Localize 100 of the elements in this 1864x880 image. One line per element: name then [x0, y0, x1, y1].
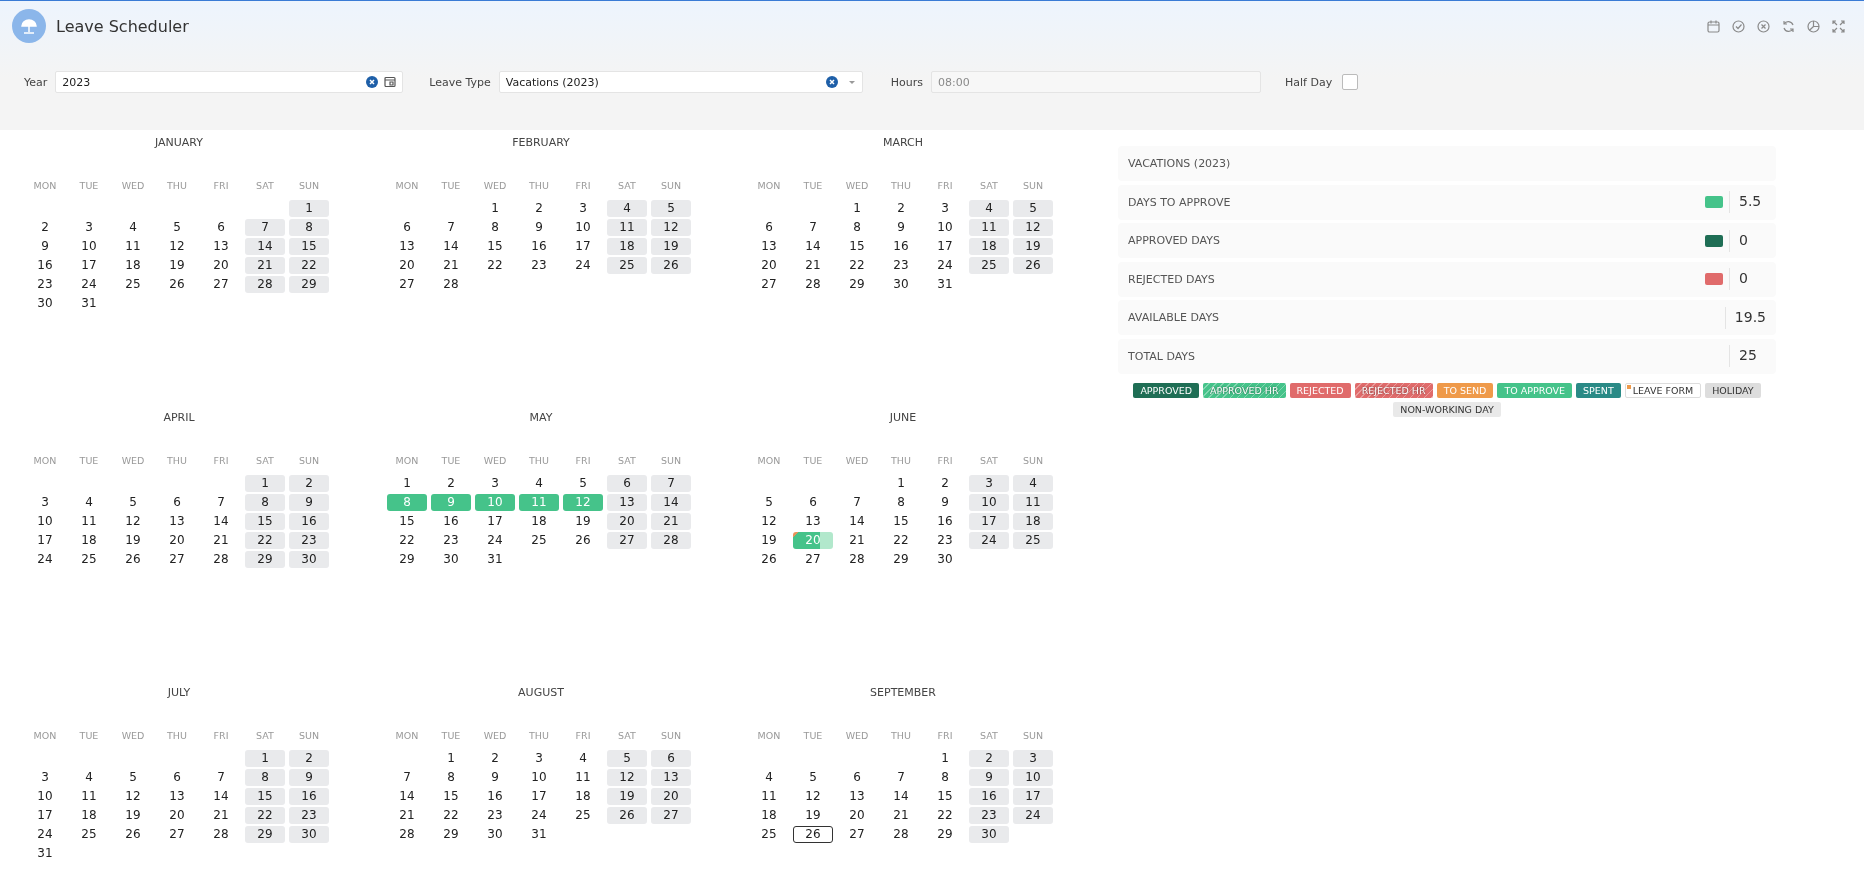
calendar-day[interactable]: 20: [201, 257, 241, 274]
calendar-day[interactable]: 9: [289, 769, 329, 786]
calendar-day[interactable]: 11: [1013, 494, 1053, 511]
calendar-day[interactable]: 16: [519, 238, 559, 255]
calendar-day[interactable]: 15: [245, 513, 285, 530]
calendar-day[interactable]: 21: [837, 532, 877, 549]
calendar-day[interactable]: 11: [969, 219, 1009, 236]
calendar-day[interactable]: 16: [925, 513, 965, 530]
calendar-day[interactable]: 5: [563, 475, 603, 492]
calendar-day[interactable]: 13: [607, 494, 647, 511]
calendar-day[interactable]: 6: [607, 475, 647, 492]
calendar-day[interactable]: 23: [289, 807, 329, 824]
calendar-day[interactable]: 4: [69, 769, 109, 786]
calendar-day[interactable]: 15: [925, 788, 965, 805]
calendar-day[interactable]: 16: [431, 513, 471, 530]
calendar-day[interactable]: 3: [1013, 750, 1053, 767]
calendar-day[interactable]: 3: [475, 475, 515, 492]
calendar-day[interactable]: 23: [431, 532, 471, 549]
calendar-day[interactable]: 21: [651, 513, 691, 530]
calendar-day[interactable]: 6: [651, 750, 691, 767]
calendar-day[interactable]: 17: [969, 513, 1009, 530]
calendar-day[interactable]: 14: [431, 238, 471, 255]
calendar-day[interactable]: 20: [607, 513, 647, 530]
calendar-day[interactable]: 10: [25, 788, 65, 805]
calendar-day[interactable]: 18: [607, 238, 647, 255]
calendar-day[interactable]: 1: [475, 200, 515, 217]
calendar-day[interactable]: 1: [431, 750, 471, 767]
calendar-day[interactable]: 3: [519, 750, 559, 767]
calendar-day[interactable]: 18: [749, 807, 789, 824]
calendar-day[interactable]: 7: [651, 475, 691, 492]
calendar-day[interactable]: 7: [201, 769, 241, 786]
calendar-day[interactable]: 17: [563, 238, 603, 255]
half-day-checkbox[interactable]: [1342, 74, 1359, 90]
calendar-day[interactable]: 1: [387, 475, 427, 492]
calendar-day[interactable]: 27: [157, 826, 197, 843]
calendar-day[interactable]: 27: [387, 276, 427, 293]
calendar-day[interactable]: 19: [563, 513, 603, 530]
calendar-day[interactable]: 7: [881, 769, 921, 786]
calendar-day[interactable]: 15: [289, 238, 329, 255]
calendar-day[interactable]: 18: [113, 257, 153, 274]
calendar-day[interactable]: 18: [69, 532, 109, 549]
calendar-day[interactable]: 5: [793, 769, 833, 786]
calendar-day[interactable]: 24: [925, 257, 965, 274]
calendar-day[interactable]: 7: [201, 494, 241, 511]
calendar-day[interactable]: 12: [793, 788, 833, 805]
calendar-day[interactable]: 14: [651, 494, 691, 511]
calendar-day[interactable]: 2: [475, 750, 515, 767]
calendar-day[interactable]: 31: [519, 826, 559, 843]
expand-icon[interactable]: [1831, 18, 1846, 34]
calendar-day[interactable]: 1: [289, 200, 329, 217]
calendar-day[interactable]: 3: [69, 219, 109, 236]
calendar-day[interactable]: 16: [881, 238, 921, 255]
calendar-day[interactable]: 1: [837, 200, 877, 217]
calendar-day[interactable]: 6: [749, 219, 789, 236]
calendar-day[interactable]: 19: [113, 532, 153, 549]
calendar-day[interactable]: 28: [837, 551, 877, 568]
calendar-day[interactable]: 27: [201, 276, 241, 293]
calendar-day[interactable]: 27: [651, 807, 691, 824]
calendar-day[interactable]: 12: [157, 238, 197, 255]
calendar-day[interactable]: 25: [607, 257, 647, 274]
calendar-day[interactable]: 27: [607, 532, 647, 549]
pie-chart-icon[interactable]: [1806, 18, 1821, 34]
calendar-day[interactable]: 25: [749, 826, 789, 843]
calendar-day[interactable]: 17: [25, 807, 65, 824]
calendar-day[interactable]: 5: [113, 769, 153, 786]
calendar-day[interactable]: 23: [25, 276, 65, 293]
calendar-day[interactable]: 30: [475, 826, 515, 843]
calendar-day[interactable]: 12: [607, 769, 647, 786]
calendar-day[interactable]: 31: [475, 551, 515, 568]
calendar-day[interactable]: 7: [837, 494, 877, 511]
calendar-day[interactable]: 30: [881, 276, 921, 293]
calendar-day[interactable]: 26: [113, 826, 153, 843]
calendar-day[interactable]: 25: [563, 807, 603, 824]
calendar-day[interactable]: 26: [113, 551, 153, 568]
calendar-day[interactable]: 25: [1013, 532, 1053, 549]
calendar-day[interactable]: 24: [69, 276, 109, 293]
calendar-day[interactable]: 1: [925, 750, 965, 767]
calendar-day[interactable]: 27: [157, 551, 197, 568]
calendar-day[interactable]: 14: [837, 513, 877, 530]
calendar-day[interactable]: 17: [519, 788, 559, 805]
calendar-day[interactable]: 7: [245, 219, 285, 236]
calendar-day[interactable]: 5: [157, 219, 197, 236]
calendar-day[interactable]: 1: [245, 750, 285, 767]
calendar-day[interactable]: 27: [837, 826, 877, 843]
calendar-day[interactable]: 17: [69, 257, 109, 274]
calendar-day[interactable]: 11: [69, 788, 109, 805]
calendar-day[interactable]: 8: [881, 494, 921, 511]
calendar-day[interactable]: 24: [475, 532, 515, 549]
calendar-day[interactable]: 21: [387, 807, 427, 824]
close-circle-icon[interactable]: [1756, 18, 1771, 34]
calendar-day[interactable]: 29: [387, 551, 427, 568]
calendar-day[interactable]: 21: [431, 257, 471, 274]
calendar-day[interactable]: 9: [969, 769, 1009, 786]
calendar-day[interactable]: 20: [837, 807, 877, 824]
calendar-day[interactable]: 4: [969, 200, 1009, 217]
calendar-icon[interactable]: [384, 76, 397, 88]
calendar-day[interactable]: 7: [793, 219, 833, 236]
calendar-day[interactable]: 18: [69, 807, 109, 824]
calendar-day[interactable]: 6: [157, 769, 197, 786]
calendar-day[interactable]: 9: [289, 494, 329, 511]
